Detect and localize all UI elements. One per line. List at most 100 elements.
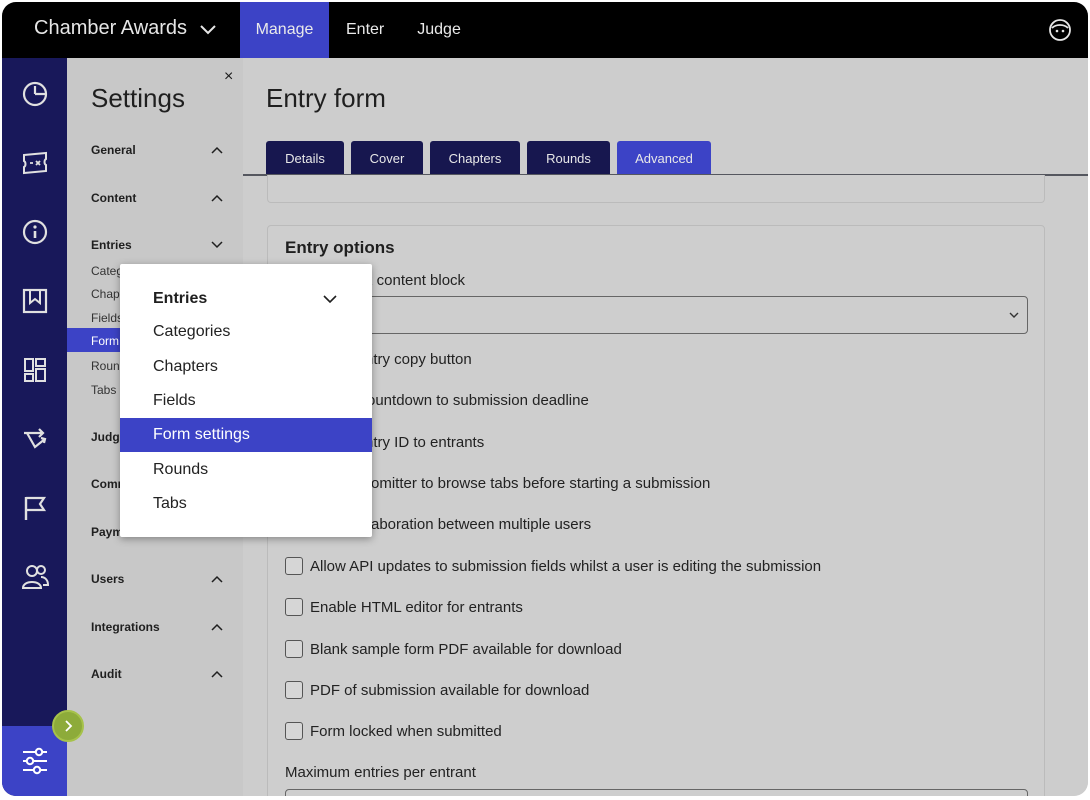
app-title: Chamber Awards [34, 17, 188, 39]
checkbox[interactable] [285, 722, 303, 740]
previous-card [267, 175, 1045, 203]
flag-icon[interactable] [21, 494, 49, 522]
section-general[interactable]: General [91, 143, 223, 157]
nav-manage[interactable]: Manage [240, 2, 329, 58]
icon-rail [2, 58, 67, 796]
sub-item-label: Form [91, 334, 119, 348]
option-label: ntry copy button [365, 351, 472, 368]
section-label: General [91, 143, 136, 157]
section-label: Paym [91, 525, 124, 539]
menu-item-chapters[interactable]: Chapters [120, 350, 372, 384]
dashboard-icon[interactable] [21, 80, 49, 108]
tab-bar: Details Cover Chapters Rounds Advanced [266, 141, 711, 175]
share-icon[interactable] [21, 425, 49, 453]
top-bar: Chamber Awards Manage Enter Judge [2, 2, 1088, 58]
chevron-up-icon [211, 146, 223, 154]
section-label: Audit [91, 667, 122, 681]
chevron-up-icon [211, 623, 223, 631]
option-entry-copy-button[interactable]: ntry copy button [365, 351, 472, 368]
option-blank-sample-pdf[interactable]: Blank sample form PDF available for down… [285, 640, 622, 658]
section-label: Content [91, 191, 137, 205]
option-entry-id[interactable]: ntry ID to entrants [365, 434, 484, 451]
menu-item-form-settings[interactable]: Form settings [120, 418, 372, 452]
user-avatar-icon[interactable] [1048, 18, 1072, 42]
option-label: omitter to browse tabs before starting a… [371, 475, 711, 492]
section-label: Judgi [91, 430, 123, 444]
max-entries-input[interactable] [285, 789, 1028, 796]
option-submission-pdf[interactable]: PDF of submission available for download [285, 681, 589, 699]
option-label: Blank sample form PDF available for down… [310, 640, 622, 658]
sub-item-rounds[interactable]: Roun [91, 359, 120, 373]
dropdown-header[interactable]: Entries [153, 290, 337, 308]
section-label: Users [91, 572, 125, 586]
nav-judge[interactable]: Judge [384, 2, 461, 58]
sub-item-tabs[interactable]: Tabs [91, 383, 116, 397]
chevron-up-icon [211, 194, 223, 202]
settings-title: Settings [91, 83, 185, 113]
top-nav: Manage Enter Judge [240, 2, 461, 58]
chevron-down-icon [211, 241, 223, 249]
checkbox[interactable] [285, 557, 303, 575]
layout-icon[interactable] [21, 356, 49, 384]
card-title: Entry options [285, 238, 395, 257]
option-api-updates[interactable]: Allow API updates to submission fields w… [285, 557, 821, 575]
max-entries-label: Maximum entries per entrant [285, 764, 476, 781]
checkbox[interactable] [285, 640, 303, 658]
section-entries[interactable]: Entries [91, 238, 223, 252]
section-label: Integrations [91, 620, 160, 634]
section-label: Entries [91, 238, 132, 252]
checkbox[interactable] [285, 598, 303, 616]
option-label: aboration between multiple users [371, 516, 592, 533]
option-label: ntry ID to entrants [365, 434, 485, 451]
menu-item-rounds[interactable]: Rounds [120, 453, 372, 487]
content-block-select[interactable] [285, 296, 1028, 334]
chevron-right-icon [65, 720, 73, 732]
section-integrations[interactable]: Integrations [91, 620, 223, 634]
users-icon[interactable] [21, 563, 49, 591]
option-countdown[interactable]: ountdown to submission deadline [367, 392, 589, 409]
expand-sidebar-button[interactable] [52, 710, 84, 742]
bookmark-icon[interactable] [21, 287, 49, 315]
menu-item-categories[interactable]: Categories [120, 315, 372, 349]
tab-advanced[interactable]: Advanced [617, 141, 711, 175]
option-label: Allow API updates to submission fields w… [310, 557, 822, 575]
option-browse-tabs[interactable]: omitter to browse tabs before starting a… [371, 475, 710, 492]
close-icon[interactable]: × [224, 68, 233, 86]
option-label: Form locked when submitted [310, 722, 502, 740]
info-icon[interactable] [21, 218, 49, 246]
menu-item-fields[interactable]: Fields [120, 384, 372, 418]
tab-rounds[interactable]: Rounds [527, 141, 610, 175]
app-window: Chamber Awards Manage Enter Judge Settin… [2, 2, 1088, 796]
sub-item-fields[interactable]: Fields [91, 311, 123, 325]
dropdown-header-label: Entries [153, 290, 208, 307]
content-block-label: x content block [365, 272, 466, 289]
option-label: PDF of submission available for download [310, 681, 590, 699]
ticket-icon[interactable] [21, 149, 49, 177]
section-users[interactable]: Users [91, 572, 223, 586]
chevron-up-icon [211, 670, 223, 678]
option-label: ountdown to submission deadline [367, 392, 589, 409]
tab-cover[interactable]: Cover [351, 141, 423, 175]
chevron-down-icon [323, 294, 337, 303]
option-form-locked[interactable]: Form locked when submitted [285, 722, 502, 740]
chevron-up-icon [211, 575, 223, 583]
chevron-down-icon [1009, 312, 1019, 318]
section-audit[interactable]: Audit [91, 667, 223, 681]
page-title: Entry form [266, 83, 386, 113]
option-html-editor[interactable]: Enable HTML editor for entrants [285, 598, 523, 616]
option-label: Enable HTML editor for entrants [310, 598, 523, 616]
sub-item-chapters[interactable]: Chapt [91, 287, 123, 301]
account-switcher[interactable]: Chamber Awards [34, 17, 217, 40]
section-content[interactable]: Content [91, 191, 223, 205]
nav-enter[interactable]: Enter [329, 2, 384, 58]
checkbox[interactable] [285, 681, 303, 699]
tab-details[interactable]: Details [266, 141, 344, 175]
sliders-icon [23, 747, 47, 775]
menu-item-tabs[interactable]: Tabs [120, 487, 372, 521]
tab-chapters[interactable]: Chapters [430, 141, 520, 175]
sub-item-categories[interactable]: Categ [91, 264, 123, 278]
entry-options-card: Entry options x content block ntry copy … [267, 225, 1045, 796]
chevron-down-icon [200, 24, 216, 34]
entries-dropdown-menu: Entries Categories Chapters Fields Form … [120, 264, 372, 537]
option-collaboration[interactable]: aboration between multiple users [371, 516, 591, 533]
